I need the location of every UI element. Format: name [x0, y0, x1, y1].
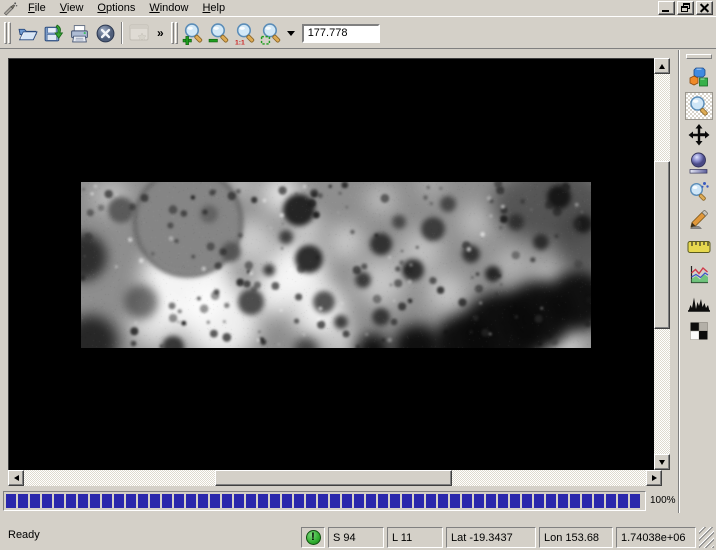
alert-icon: !: [306, 530, 321, 545]
histogram-tool-button[interactable]: [685, 290, 713, 316]
progress-bar: [3, 491, 646, 511]
zoom-tool-button[interactable]: [685, 92, 713, 120]
open-button[interactable]: [14, 20, 40, 46]
scroll-up-button[interactable]: [654, 58, 670, 74]
workspace: [0, 49, 716, 488]
svg-text:1:1: 1:1: [235, 39, 245, 45]
zoom-toolbar-grip[interactable]: [171, 22, 179, 44]
image-viewport[interactable]: [8, 58, 654, 470]
vscroll-thumb[interactable]: [654, 161, 670, 329]
zoom-out-button[interactable]: [207, 20, 233, 46]
minimize-icon: [662, 10, 669, 12]
status-lon-panel: Lon 153.68: [539, 527, 613, 548]
close-button[interactable]: [696, 1, 713, 15]
horizontal-scrollbar[interactable]: [8, 470, 662, 486]
main-toolbar: » 1:1: [0, 18, 716, 49]
save-icon: [43, 23, 64, 44]
status-panels: ! S 94 L 11 Lat -19.3437 Lon 153.68 1.74…: [301, 527, 714, 548]
find-tool-button[interactable]: [685, 178, 713, 204]
status-alert-panel[interactable]: !: [301, 527, 325, 548]
band-selection-tool-button[interactable]: [685, 64, 713, 90]
status-dn-panel: 1.74038e+06: [616, 527, 696, 548]
print-button[interactable]: [66, 20, 92, 46]
pencil-icon: [688, 208, 710, 230]
histogram-icon: [687, 294, 711, 312]
sample-value: S 94: [333, 532, 356, 544]
menu-view[interactable]: View: [53, 1, 91, 16]
stop-icon: [95, 23, 116, 44]
tool-palette: [684, 52, 714, 346]
link-window-button-disabled[interactable]: [126, 20, 152, 46]
progress-row: 100%: [0, 488, 716, 514]
application-window: File View Options Window Help: [0, 0, 716, 550]
ruler-icon: [687, 238, 711, 256]
status-lat-panel: Lat -19.3437: [446, 527, 536, 548]
dropdown-arrow-icon: [287, 31, 295, 36]
band-cubes-icon: [688, 66, 710, 88]
zoom-dropdown-button[interactable]: [285, 20, 298, 46]
vertical-scrollbar[interactable]: [654, 58, 670, 470]
stop-button[interactable]: [92, 20, 118, 46]
zoom-in-icon: [182, 22, 205, 45]
dn-value: 1.74038e+06: [621, 532, 686, 544]
minimize-button[interactable]: [658, 1, 675, 15]
lat-value: Lat -19.3437: [451, 532, 513, 544]
restore-button[interactable]: [677, 1, 694, 15]
menu-file[interactable]: File: [21, 1, 53, 16]
toolbar-grip[interactable]: [4, 22, 12, 44]
right-arrow-icon: [652, 475, 657, 481]
status-bar: Ready ! S 94 L 11 Lat -19.3437 Lon 153.6…: [0, 514, 716, 550]
tool-palette-grip[interactable]: [686, 54, 712, 59]
menu-bar: File View Options Window Help: [0, 0, 716, 17]
save-button[interactable]: [40, 20, 66, 46]
zoom-level-input[interactable]: [302, 24, 380, 43]
print-icon: [69, 23, 90, 44]
scroll-right-button[interactable]: [646, 470, 662, 486]
tool-panel-divider: [678, 50, 680, 513]
lon-value: Lon 153.68: [544, 532, 599, 544]
cube-image[interactable]: [81, 182, 591, 348]
status-sample-panel: S 94: [328, 527, 384, 548]
open-folder-icon: [17, 23, 38, 44]
window-icon: [128, 23, 150, 43]
zoom-fit-icon: [260, 22, 283, 45]
zoom-out-icon: [208, 22, 231, 45]
app-icon: [2, 1, 18, 16]
down-arrow-icon: [659, 460, 665, 465]
progress-percent-label: 100%: [650, 495, 676, 506]
zoom-tool-icon: [688, 95, 710, 117]
status-message: Ready: [8, 529, 40, 541]
resize-grip[interactable]: [699, 527, 714, 548]
stretch-sphere-icon: [688, 151, 710, 175]
edit-tool-button[interactable]: [685, 206, 713, 232]
menu-help[interactable]: Help: [195, 1, 232, 16]
scroll-left-button[interactable]: [8, 470, 24, 486]
stretch-tool-button[interactable]: [685, 150, 713, 176]
line-value: L 11: [392, 532, 412, 544]
window-controls: [658, 1, 716, 15]
menu-window[interactable]: Window: [142, 1, 195, 16]
pan-arrows-icon: [687, 123, 711, 147]
zoom-actual-icon: 1:1: [234, 22, 257, 45]
find-icon: [688, 180, 710, 202]
plot-tool-button[interactable]: [685, 262, 713, 288]
zoom-actual-button[interactable]: 1:1: [233, 20, 259, 46]
toolbar-separator: [121, 22, 123, 44]
left-arrow-icon: [14, 475, 19, 481]
menu-options[interactable]: Options: [90, 1, 142, 16]
pan-tool-button[interactable]: [685, 122, 713, 148]
measure-tool-button[interactable]: [685, 234, 713, 260]
spectral-plot-icon: [688, 264, 710, 286]
zoom-in-button[interactable]: [181, 20, 207, 46]
up-arrow-icon: [659, 64, 665, 69]
scroll-down-button[interactable]: [654, 454, 670, 470]
toolbar-overflow-chevron[interactable]: »: [152, 26, 169, 40]
status-line-panel: L 11: [387, 527, 443, 548]
statistics-icon: [689, 321, 709, 341]
hscroll-thumb[interactable]: [215, 470, 452, 486]
zoom-fit-button[interactable]: [259, 20, 285, 46]
statistics-tool-button[interactable]: [685, 318, 713, 344]
